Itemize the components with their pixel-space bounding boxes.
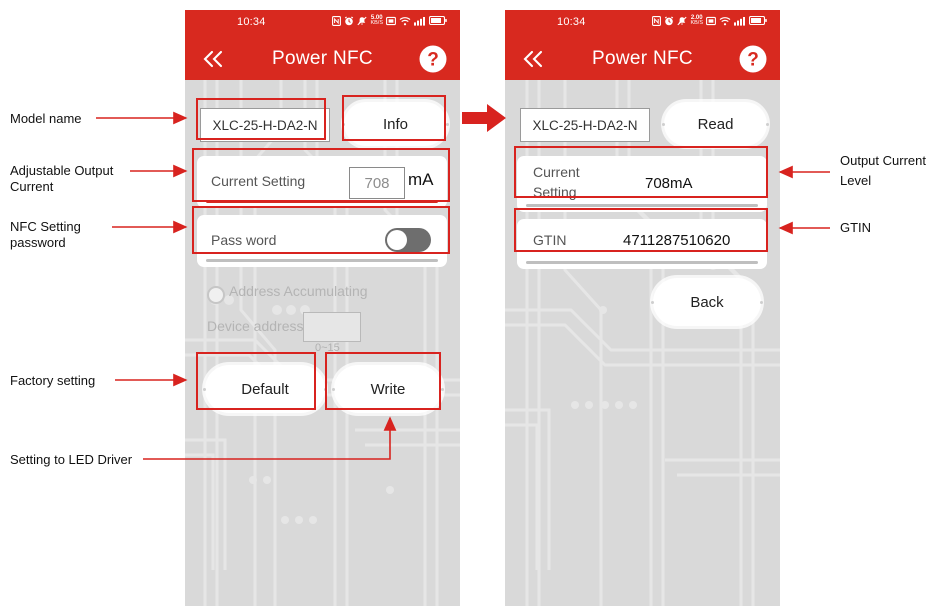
current-setting-input[interactable]: 708 — [349, 167, 405, 199]
svg-text:?: ? — [747, 50, 759, 71]
annotation-factory-setting: Factory setting — [10, 373, 96, 388]
device-address-input[interactable] — [303, 312, 361, 342]
annotation-setting-to-led-driver: Setting to LED Driver — [10, 452, 133, 467]
phone-right-info-screen: 10:34 2.00 KB/S Power NFC ? XLC-25-H-DA2… — [505, 10, 780, 606]
read-button[interactable]: Read — [662, 106, 769, 142]
current-setting-card: Current Setting 708mA — [517, 156, 767, 212]
bell-mute-icon — [357, 16, 368, 25]
annotated-screenshot: 10:34 5.00 KB/S Power NFC ? XLC-25-H-DA2… — [0, 0, 940, 613]
screenshot-icon — [706, 16, 716, 25]
app-bar-right: Power NFC ? — [505, 38, 780, 80]
alarm-icon — [665, 16, 674, 25]
data-rate-icon: 2.00 KB/S — [690, 15, 703, 26]
address-accumulating-label: Address Accumulating — [229, 283, 368, 299]
bell-mute-icon — [677, 16, 688, 25]
right-screen-content: XLC-25-H-DA2-N Read Current Setting 708m… — [505, 80, 780, 606]
annotation-gtin: GTIN — [840, 220, 872, 235]
nfc-icon — [652, 15, 662, 26]
status-time: 10:34 — [237, 16, 266, 28]
address-accumulating-radio[interactable] — [207, 286, 225, 304]
annotation-leader-lines — [96, 104, 830, 460]
app-bar-left: Power NFC ? — [185, 38, 460, 80]
signal-icon — [734, 16, 745, 26]
battery-icon — [749, 16, 767, 26]
status-time: 10:34 — [557, 16, 586, 28]
question-mark-icon[interactable]: ? — [418, 44, 448, 74]
back-button[interactable]: Back — [651, 282, 763, 322]
current-setting-underline — [206, 200, 438, 203]
question-mark-icon[interactable]: ? — [738, 44, 768, 74]
device-address-label: Device address — [207, 318, 304, 334]
annotation-nfc-setting-password-line1: NFC Setting — [10, 219, 81, 234]
wifi-icon — [399, 16, 411, 26]
nfc-icon — [332, 15, 342, 26]
write-button[interactable]: Write — [332, 369, 444, 409]
svg-text:?: ? — [427, 50, 439, 71]
signal-icon — [414, 16, 425, 26]
status-icons: 5.00 KB/S — [332, 15, 447, 27]
device-address-hint: 0~15 — [315, 342, 340, 354]
password-underline — [206, 259, 438, 262]
status-bar-right: 10:34 2.00 KB/S — [505, 10, 780, 38]
alarm-icon — [345, 16, 354, 25]
battery-icon — [429, 16, 447, 26]
status-bar-left: 10:34 5.00 KB/S — [185, 10, 460, 38]
flow-arrow-between-phones — [462, 104, 506, 132]
current-setting-label: Current Setting — [211, 173, 306, 189]
current-setting-unit: mA — [408, 170, 434, 189]
password-card: Pass word — [197, 215, 447, 267]
toggle-knob — [387, 230, 407, 250]
annotation-nfc-setting-password-line2: password — [10, 235, 66, 250]
default-button[interactable]: Default — [203, 369, 327, 409]
wifi-icon — [719, 16, 731, 26]
annotation-adjustable-output-current-line1: Adjustable Output — [10, 163, 114, 178]
gtin-label: GTIN — [533, 232, 567, 248]
data-rate-icon: 5.00 KB/S — [370, 15, 383, 26]
annotation-adjustable-output-current-line2: Current — [10, 179, 54, 194]
current-setting-label-line2: Setting — [533, 184, 577, 200]
gtin-card: GTIN 4711287510620 — [517, 219, 767, 269]
status-icons: 2.00 KB/S — [652, 15, 767, 27]
model-name-field[interactable]: XLC-25-H-DA2-N — [520, 108, 650, 142]
info-button[interactable]: Info — [342, 106, 449, 142]
current-setting-card: Current Setting 708 mA — [197, 156, 447, 208]
model-name-field[interactable]: XLC-25-H-DA2-N — [200, 108, 330, 142]
current-setting-label-line1: Current — [533, 164, 580, 180]
annotation-output-current-level-line1: Output Current — [840, 153, 926, 168]
current-setting-underline — [526, 204, 758, 207]
gtin-underline — [526, 261, 758, 264]
left-screen-content: XLC-25-H-DA2-N Info Current Setting 708 … — [185, 80, 460, 606]
current-setting-value: 708mA — [645, 175, 693, 192]
screenshot-icon — [386, 16, 396, 25]
annotation-output-current-level-line2: Level — [840, 173, 872, 188]
phone-left-settings-screen: 10:34 5.00 KB/S Power NFC ? XLC-25-H-DA2… — [185, 10, 460, 606]
annotation-model-name: Model name — [10, 111, 82, 126]
password-label: Pass word — [211, 232, 277, 248]
password-toggle[interactable] — [385, 228, 431, 252]
gtin-value: 4711287510620 — [623, 232, 731, 249]
